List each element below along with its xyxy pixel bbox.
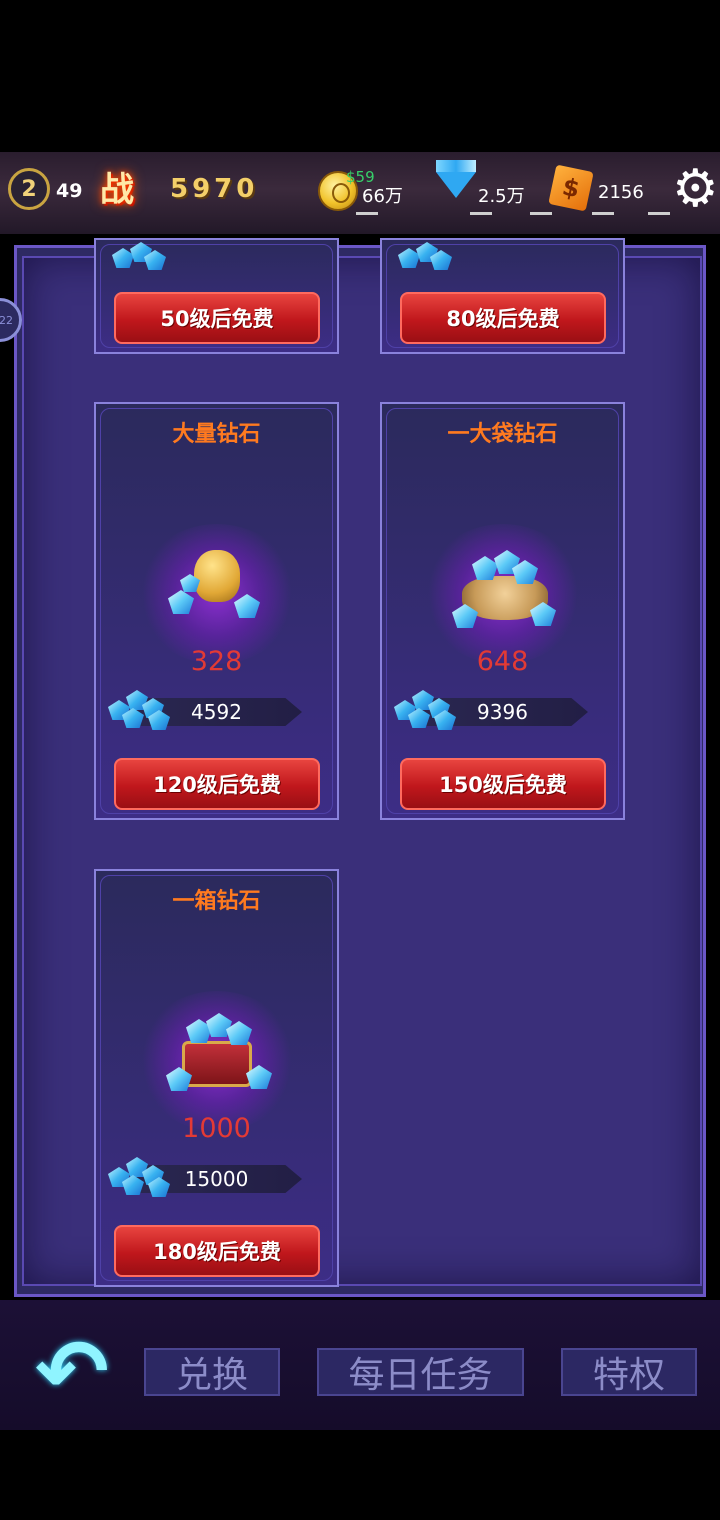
diamond-chest-icon xyxy=(164,1011,274,1101)
diamond-pack-card: 80级后免费 xyxy=(380,238,625,354)
diamond-pack-card: 大量钻石 328 4592 120级后免费 xyxy=(94,402,339,820)
divider xyxy=(592,212,614,215)
free-after-level-button[interactable]: 180级后免费 xyxy=(114,1225,320,1277)
gem-pile-icon xyxy=(108,234,174,280)
diamond-amount: 4592 xyxy=(191,700,242,724)
diamond-bag-icon xyxy=(450,544,560,634)
divider xyxy=(648,212,670,215)
cash-card-icon[interactable]: $ xyxy=(548,164,594,212)
diamond-amount: 15000 xyxy=(184,1167,249,1191)
player-level-badge[interactable]: 2 xyxy=(8,168,50,210)
settings-gear-icon[interactable]: ⚙ xyxy=(672,163,719,215)
divider xyxy=(470,212,492,215)
back-arrow-icon[interactable]: ↶ xyxy=(20,1328,124,1416)
pack-price: 1000 xyxy=(182,1113,251,1144)
gem-pile-icon xyxy=(394,234,460,280)
pack-title: 大量钻石 xyxy=(172,422,261,447)
pack-price: 648 xyxy=(476,646,529,677)
pack-title: 一大袋钻石 xyxy=(447,422,558,447)
level-number: 2 xyxy=(21,176,37,202)
diamond-amount: 9396 xyxy=(477,700,528,724)
free-after-level-button[interactable]: 80级后免费 xyxy=(400,292,606,344)
tab-privilege[interactable]: 特权 xyxy=(561,1348,697,1396)
diamond-pack-card: 一箱钻石 1000 15000 180级后免费 xyxy=(94,869,339,1287)
diamond-pack-card: 50级后免费 xyxy=(94,238,339,354)
divider xyxy=(356,212,378,215)
pack-title: 一箱钻石 xyxy=(172,889,261,914)
tab-exchange[interactable]: 兑换 xyxy=(144,1348,280,1396)
diamond-icon[interactable] xyxy=(436,160,476,198)
free-after-level-button[interactable]: 120级后免费 xyxy=(114,758,320,810)
gold-bag-icon xyxy=(164,544,274,634)
pack-price: 328 xyxy=(190,646,243,677)
battle-power-value: 5970 xyxy=(170,174,259,204)
free-after-level-button[interactable]: 150级后免费 xyxy=(400,758,606,810)
battle-power-icon: 战 xyxy=(100,169,134,210)
diamond-balance: 2.5万 xyxy=(478,186,525,207)
tab-daily-tasks[interactable]: 每日任务 xyxy=(317,1348,524,1396)
coin-balance: 66万 xyxy=(362,186,403,207)
level-value: 49 xyxy=(56,180,83,202)
free-after-level-button[interactable]: 50级后免费 xyxy=(114,292,320,344)
cash-balance: 2156 xyxy=(598,182,644,203)
diamond-pack-card: 一大袋钻石 648 9396 150级后免费 xyxy=(380,402,625,820)
divider xyxy=(530,212,552,215)
